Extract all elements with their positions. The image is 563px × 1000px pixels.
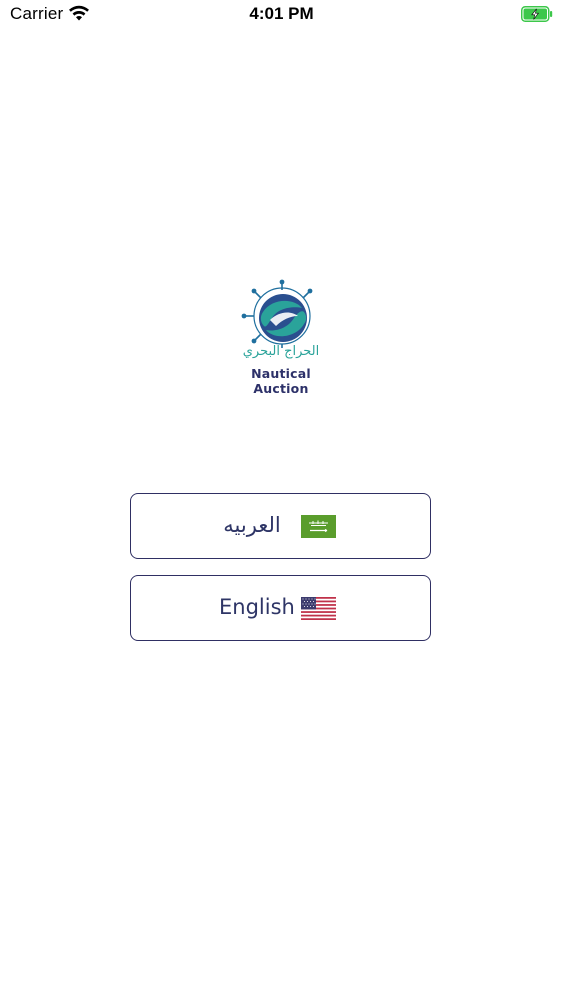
english-language-label: English [219, 595, 295, 619]
us-flag-icon [301, 597, 336, 620]
arabic-language-button[interactable]: العربيه [130, 493, 431, 559]
logo-english-text: Nautical Auction [251, 366, 311, 396]
app-logo: الحراج البحري Nautical Auction [222, 278, 342, 396]
ship-wheel-wave-icon [241, 279, 313, 348]
clock: 4:01 PM [249, 4, 314, 23]
logo-arabic-text: الحراج البحري [242, 344, 320, 359]
english-language-button[interactable]: English [130, 575, 431, 641]
arabic-language-label: العربيه [223, 513, 281, 537]
battery-charging-icon [521, 6, 553, 22]
saudi-flag-icon [301, 515, 336, 538]
status-bar: Carrier 4:01 PM [0, 0, 563, 30]
